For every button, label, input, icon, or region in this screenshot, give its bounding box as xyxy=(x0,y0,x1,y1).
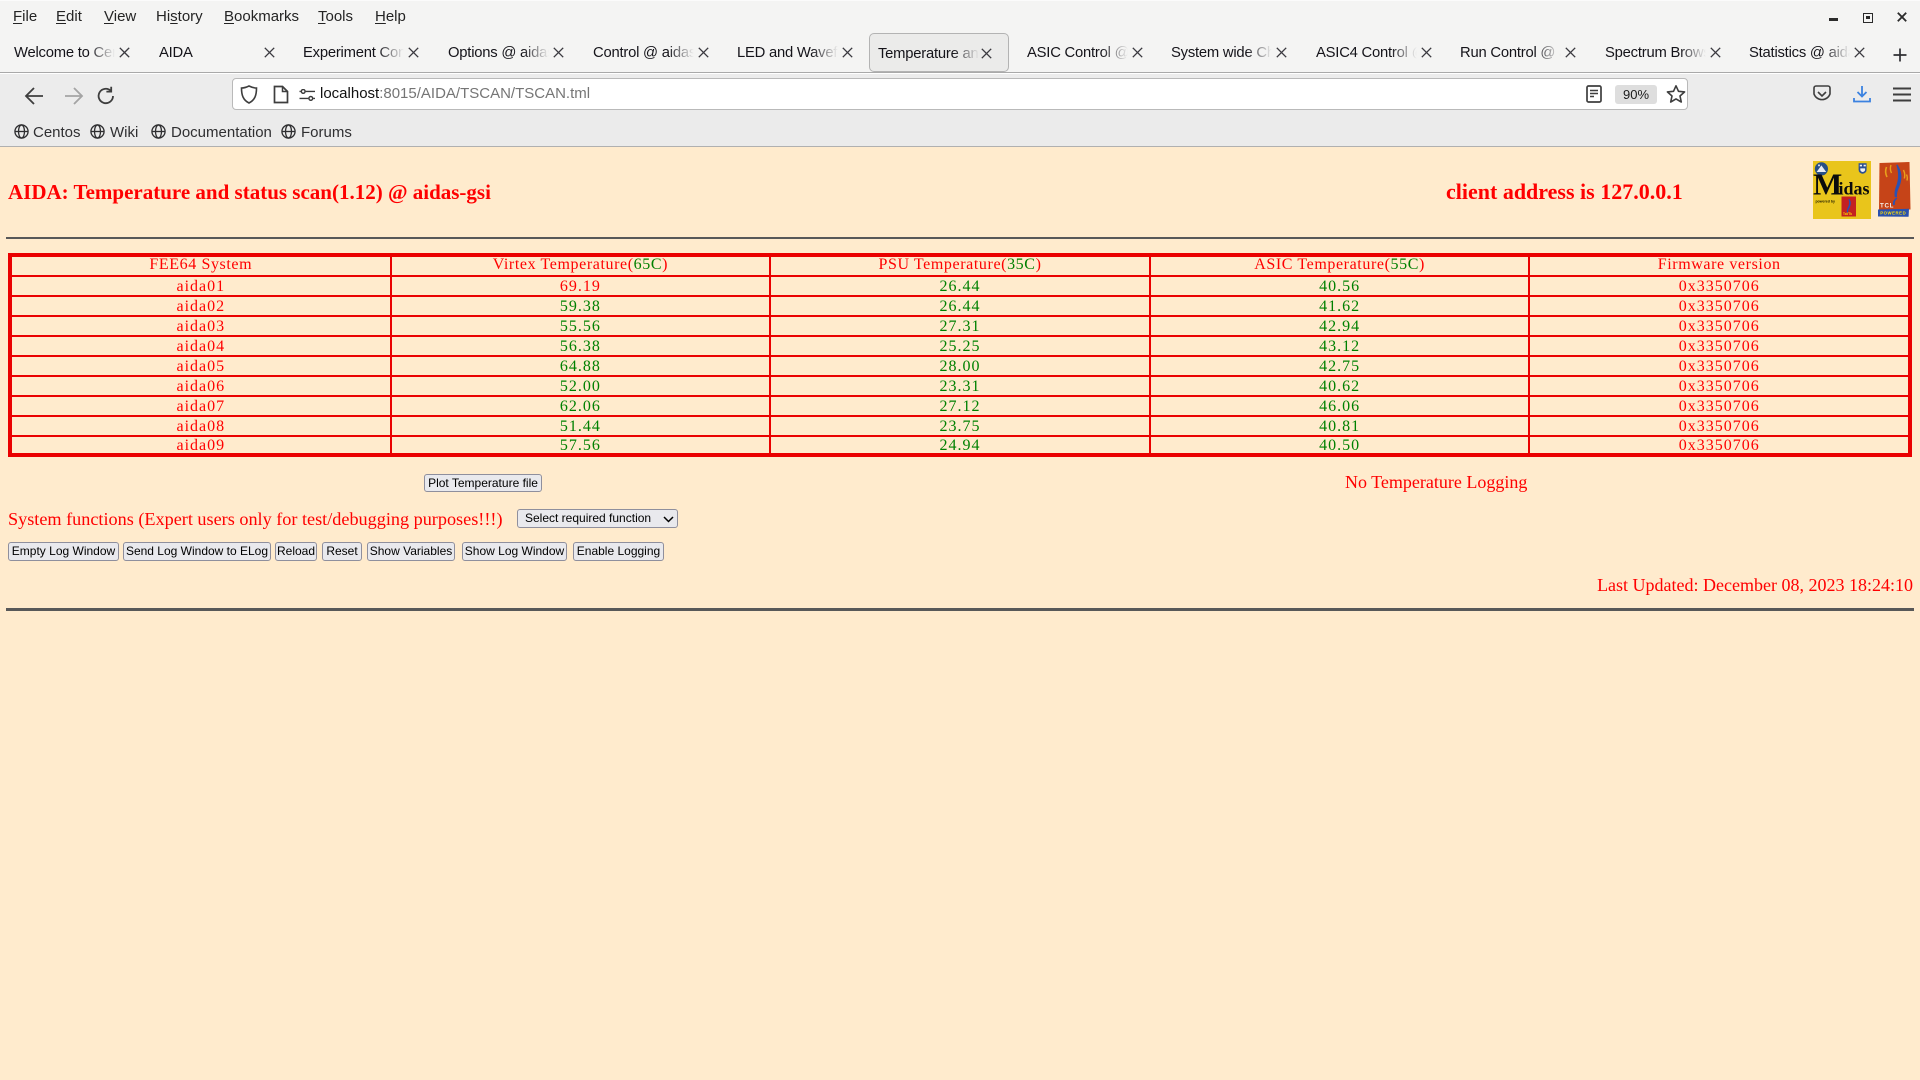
svg-text:idas: idas xyxy=(1839,179,1870,199)
svg-text:Tcl/Tk: Tcl/Tk xyxy=(1843,212,1852,216)
svg-text:POWERED: POWERED xyxy=(1880,211,1906,216)
svg-text:TCL: TCL xyxy=(1880,203,1894,210)
svg-text:powered by: powered by xyxy=(1816,200,1836,204)
